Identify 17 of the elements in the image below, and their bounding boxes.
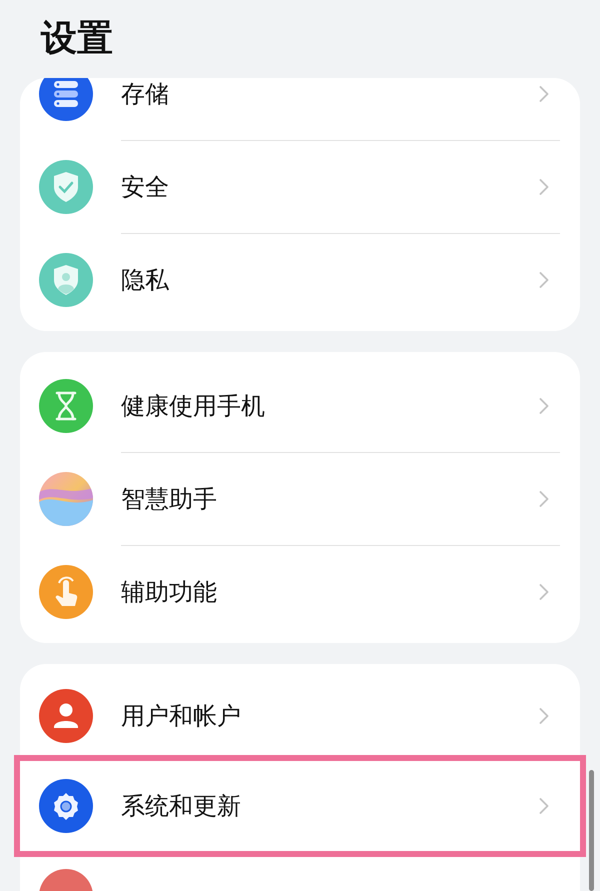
settings-item[interactable]: 存储 <box>20 78 580 140</box>
item-label: 用户和帐户 <box>121 701 242 732</box>
settings-item[interactable]: 智慧助手 <box>20 452 580 545</box>
item-label: 安全 <box>121 172 170 202</box>
item-label: 健康使用手机 <box>121 390 266 422</box>
settings-item[interactable]: 用户和帐户 <box>20 671 580 761</box>
settings-item[interactable]: 辅助功能 <box>20 545 580 638</box>
settings-item[interactable]: 隐私 <box>20 233 580 326</box>
item-label: 系统和更新 <box>121 791 242 822</box>
item-label: 智慧助手 <box>121 484 218 514</box>
page-title: 设置 <box>41 21 113 57</box>
item-label: 隐私 <box>121 264 170 296</box>
settings-item[interactable]: 安全 <box>20 140 580 233</box>
item-label: 存储 <box>121 78 170 110</box>
settings-item[interactable]: 健康使用手机 <box>20 359 580 452</box>
settings-item[interactable]: 系统和更新 <box>20 761 580 851</box>
item-label: 辅助功能 <box>121 576 218 608</box>
